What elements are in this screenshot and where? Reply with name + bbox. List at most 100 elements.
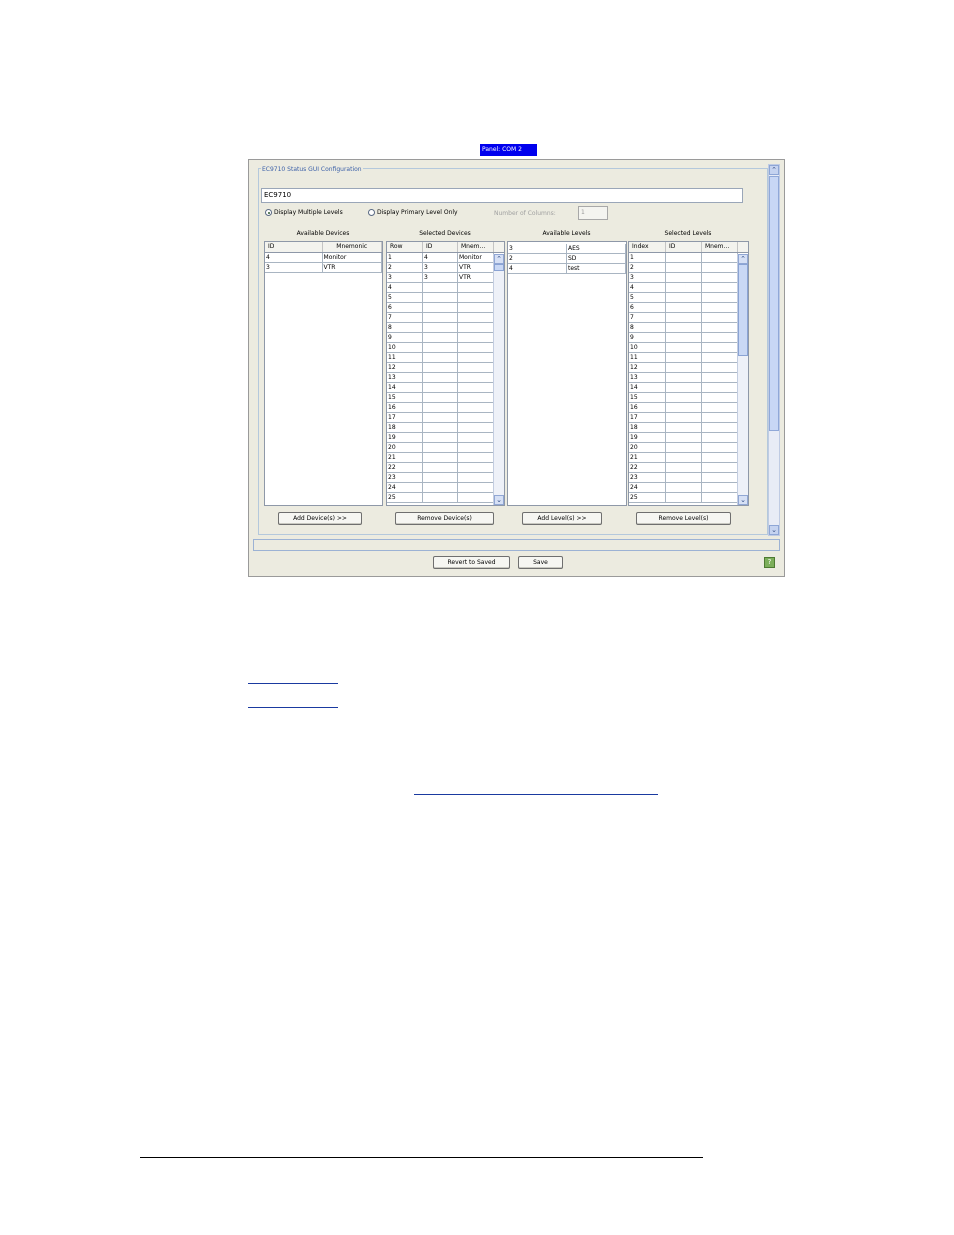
table-row[interactable]: 5 [387, 293, 504, 303]
table-row[interactable]: 15 [629, 393, 748, 403]
scroll-down-arrow-icon[interactable]: ⌄ [769, 525, 779, 535]
table-row[interactable]: 8 [629, 323, 748, 333]
cell-row: 24 [387, 483, 423, 492]
table-row[interactable]: 9 [387, 333, 504, 343]
scroll-up-arrow-icon[interactable]: ⌃ [738, 254, 748, 264]
table-row[interactable]: 25 [629, 493, 748, 503]
table-row[interactable]: 24 [629, 483, 748, 493]
column-header-mnemonic[interactable]: Mnem... [458, 242, 494, 252]
doc-link-3[interactable] [414, 794, 658, 795]
doc-link-2[interactable] [248, 707, 338, 708]
table-row[interactable]: 19 [629, 433, 748, 443]
table-row[interactable]: 3 AES [508, 244, 626, 254]
table-row[interactable]: 24 [387, 483, 504, 493]
table-row[interactable]: 23 [387, 473, 504, 483]
table-row[interactable]: 20 [387, 443, 504, 453]
table-row[interactable]: 21 [387, 453, 504, 463]
column-header-id[interactable]: ID [423, 242, 458, 252]
add-levels-button[interactable]: Add Level(s) >> [522, 512, 602, 525]
panel-tab[interactable]: Panel: COM 2 [480, 144, 537, 156]
table-row[interactable]: 10 [629, 343, 748, 353]
table-row[interactable]: 4 [629, 283, 748, 293]
table-row[interactable]: 12 [387, 363, 504, 373]
scroll-down-arrow-icon[interactable]: ⌄ [494, 495, 504, 505]
column-header-row[interactable]: Row [387, 242, 423, 252]
doc-link-1[interactable] [248, 683, 338, 684]
cell-mnemonic [458, 413, 494, 422]
table-row[interactable]: 2 3 VTR [387, 263, 504, 273]
table-row[interactable]: 7 [387, 313, 504, 323]
table-row[interactable]: 5 [629, 293, 748, 303]
remove-levels-button[interactable]: Remove Level(s) [636, 512, 731, 525]
table-row[interactable]: 7 [629, 313, 748, 323]
save-button[interactable]: Save [518, 556, 563, 569]
table-row[interactable]: 11 [629, 353, 748, 363]
table-row[interactable]: 4 test [508, 264, 626, 274]
table-row[interactable]: 3 [629, 273, 748, 283]
table-row[interactable]: 4 [387, 283, 504, 293]
table-row[interactable]: 11 [387, 353, 504, 363]
window-scrollbar[interactable]: ⌃ ⌄ [768, 164, 780, 536]
table-row[interactable]: 3 VTR [265, 263, 382, 273]
table-row[interactable]: 14 [629, 383, 748, 393]
table-row[interactable]: 1 [629, 253, 748, 263]
table-row[interactable]: 2 SD [508, 254, 626, 264]
table-row[interactable]: 23 [629, 473, 748, 483]
cell-index: 15 [629, 393, 666, 402]
cell-mnemonic: test [567, 264, 626, 273]
table-row[interactable]: 13 [387, 373, 504, 383]
column-header-mnemonic[interactable]: Mnem... [702, 242, 738, 252]
cell-row: 5 [387, 293, 423, 302]
table-row[interactable]: 9 [629, 333, 748, 343]
table-row[interactable]: 4 Monitor [265, 253, 382, 263]
scroll-thumb[interactable] [494, 264, 504, 271]
table-row[interactable]: 12 [629, 363, 748, 373]
scroll-up-arrow-icon[interactable]: ⌃ [769, 165, 779, 175]
table-row[interactable]: 22 [387, 463, 504, 473]
cell-id [423, 453, 458, 462]
selected-levels-scrollbar[interactable]: ⌃ ⌄ [737, 254, 748, 505]
table-row[interactable]: 18 [629, 423, 748, 433]
scroll-up-arrow-icon[interactable]: ⌃ [494, 254, 504, 264]
display-multiple-levels-option[interactable]: Display Multiple Levels [265, 208, 343, 217]
device-name-input[interactable]: EC9710 [261, 188, 743, 203]
display-primary-level-option[interactable]: Display Primary Level Only [368, 208, 458, 217]
cell-index: 10 [629, 343, 666, 352]
cell-mnemonic [458, 493, 494, 502]
column-header-id[interactable]: ID [666, 242, 702, 252]
table-row[interactable]: 13 [629, 373, 748, 383]
table-row[interactable]: 3 3 VTR [387, 273, 504, 283]
table-row[interactable]: 2 [629, 263, 748, 273]
table-row[interactable]: 18 [387, 423, 504, 433]
scroll-thumb[interactable] [738, 264, 748, 356]
scroll-thumb[interactable] [769, 176, 779, 431]
number-of-columns-input[interactable]: 1 [578, 206, 608, 220]
table-row[interactable]: 6 [629, 303, 748, 313]
help-icon[interactable]: ? [764, 557, 775, 568]
table-row[interactable]: 17 [629, 413, 748, 423]
table-row[interactable]: 6 [387, 303, 504, 313]
radio-selected-icon[interactable] [265, 209, 272, 216]
scroll-down-arrow-icon[interactable]: ⌄ [738, 495, 748, 505]
remove-devices-button[interactable]: Remove Device(s) [395, 512, 494, 525]
column-header-index[interactable]: Index [629, 242, 666, 252]
selected-devices-scrollbar[interactable]: ⌃ ⌄ [493, 254, 504, 505]
column-header-id[interactable]: ID [265, 242, 323, 252]
table-row[interactable]: 21 [629, 453, 748, 463]
table-row[interactable]: 25 [387, 493, 504, 503]
revert-to-saved-button[interactable]: Revert to Saved [433, 556, 510, 569]
table-row[interactable]: 16 [387, 403, 504, 413]
radio-unselected-icon[interactable] [368, 209, 375, 216]
table-row[interactable]: 14 [387, 383, 504, 393]
table-row[interactable]: 20 [629, 443, 748, 453]
table-row[interactable]: 16 [629, 403, 748, 413]
table-row[interactable]: 8 [387, 323, 504, 333]
table-row[interactable]: 19 [387, 433, 504, 443]
table-row[interactable]: 22 [629, 463, 748, 473]
table-row[interactable]: 10 [387, 343, 504, 353]
table-row[interactable]: 17 [387, 413, 504, 423]
table-row[interactable]: 1 4 Monitor [387, 253, 504, 263]
table-row[interactable]: 15 [387, 393, 504, 403]
add-devices-button[interactable]: Add Device(s) >> [278, 512, 362, 525]
column-header-mnemonic[interactable]: Mnemonic [323, 242, 382, 252]
